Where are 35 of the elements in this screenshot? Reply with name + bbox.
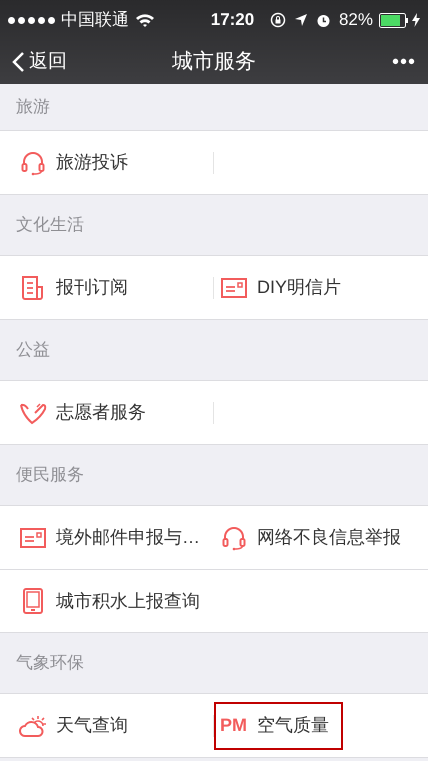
newspaper-icon [21,274,45,300]
headset-icon [20,150,46,176]
pm-label: PM [220,714,248,737]
service-item[interactable]: 报刊订阅 [0,264,142,312]
alarm-icon [316,12,331,28]
service-item[interactable]: 城市积水上报查询 [0,577,214,625]
rotation-lock-icon [270,12,286,28]
service-item[interactable]: PM 空气质量 [214,702,343,750]
service-item[interactable]: 境外邮件申报与… [0,514,214,562]
battery-icon [378,12,409,28]
battery-percent: 82% [338,9,373,32]
section-header: 文化生活 [16,214,84,236]
carrier-name: 中国联通 [61,9,129,32]
signal-icon [8,16,55,24]
service-item[interactable]: DIY明信片 [214,264,356,312]
back-button[interactable]: 返回 [12,48,67,76]
location-arrow-icon [294,13,308,27]
service-item[interactable]: 网络不良信息举报 [214,514,415,562]
charging-icon [412,13,420,27]
wifi-icon [135,12,155,28]
service-item[interactable]: 天气查询 [0,702,142,750]
card-icon [20,526,46,548]
cloud-sun-icon [19,714,47,738]
headset-icon [221,524,247,550]
heart-hand-icon [19,400,47,424]
card-icon [221,276,247,298]
back-chevron-icon [12,51,25,73]
section-header: 便民服务 [16,464,84,486]
page-title: 城市服务 [171,49,257,76]
section-header: 旅游 [16,96,50,118]
section-header: 气象环保 [16,652,84,674]
section-header: 公益 [16,339,50,362]
tablet-icon [22,588,44,614]
clock-time: 17:20 [210,9,254,32]
more-button[interactable]: ••• [392,47,416,77]
